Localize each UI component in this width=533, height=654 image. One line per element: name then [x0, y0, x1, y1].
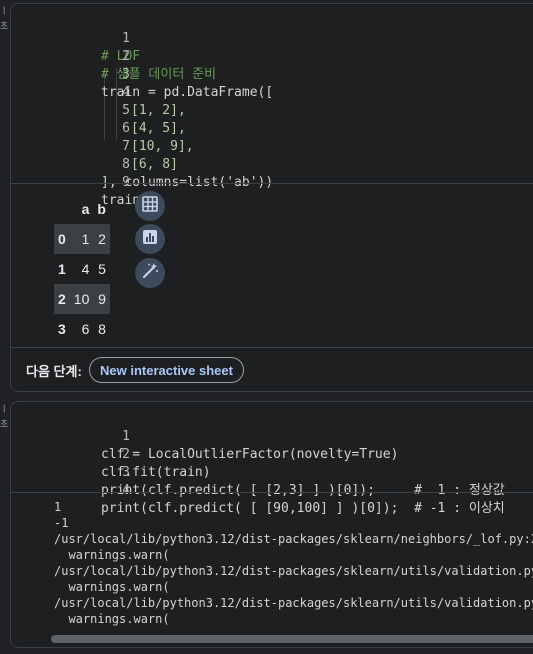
- table-cell: 1: [69, 224, 94, 254]
- line-number: 4: [122, 85, 130, 100]
- line-number: 5: [122, 103, 130, 118]
- code-text: print(clf.predict( [ [90,100] ] )[0]); #…: [101, 501, 505, 516]
- code-line: 4 [1, 2],: [11, 66, 186, 118]
- horizontal-scrollbar[interactable]: [51, 635, 533, 643]
- line-number: 7: [122, 139, 130, 154]
- code-text: print(clf.predict( [ [2,3] ] )[0]); # 1 …: [101, 483, 505, 498]
- column-header: a: [81, 201, 90, 217]
- code-cell-1[interactable]: 1 # LOF 2 # 샘플 데이터 준비 3 train = pd.DataF…: [10, 3, 533, 392]
- line-number: 6: [122, 121, 130, 136]
- table-cell: 9: [93, 284, 110, 314]
- table-cell: 8: [98, 321, 106, 337]
- output-line: warnings.warn(: [54, 612, 170, 626]
- code-text: [6, 8]: [131, 157, 178, 172]
- cell2-gutter-mark: ㅣ: [0, 404, 9, 414]
- cell1-gutter-label: 초: [0, 21, 9, 31]
- column-header: b: [97, 201, 106, 217]
- code-line: 6 [10, 9],: [11, 102, 193, 154]
- magic-generate-button[interactable]: [135, 258, 165, 288]
- chart-suggestion-button[interactable]: [135, 224, 165, 254]
- row-index: 3: [58, 321, 66, 337]
- table-cell: 4: [81, 261, 90, 277]
- code-line: 9 train: [11, 156, 140, 208]
- row-index: 2: [54, 284, 70, 314]
- code-line: 5 [4, 5],: [11, 84, 186, 136]
- table-cell: 6: [81, 321, 90, 337]
- line-number: 1: [122, 31, 130, 46]
- output-line: -1: [54, 516, 69, 530]
- line-number: 1: [122, 429, 130, 444]
- table-row: 3 6 8: [54, 314, 110, 344]
- line-number: 4: [122, 483, 130, 498]
- line-number: 2: [122, 447, 130, 462]
- code-text: [1, 2],: [131, 103, 186, 118]
- code-line: 2 clf.fit(train): [11, 428, 211, 480]
- row-index: 0: [54, 224, 70, 254]
- output-separator: [11, 183, 533, 184]
- cell2-gutter-label: 초: [0, 419, 9, 429]
- line-number: 3: [122, 67, 130, 82]
- output-separator: [11, 492, 533, 493]
- dataframe-table: a b 0 1 2 1 4 5 2 10 9 3 6 8: [54, 194, 110, 344]
- output-line: /usr/local/lib/python3.12/dist-packages/…: [54, 596, 533, 610]
- line-number: 8: [122, 157, 130, 172]
- code-text: clf = LocalOutlierFactor(novelty=True): [101, 447, 399, 462]
- new-interactive-sheet-button[interactable]: New interactive sheet: [89, 357, 244, 383]
- table-row: 2 10 9: [54, 284, 110, 314]
- table-cell: 10: [69, 284, 94, 314]
- next-steps-label: 다음 단계:: [26, 364, 82, 379]
- table-view-button[interactable]: [135, 191, 165, 221]
- table-row: 1 4 5: [54, 254, 110, 284]
- table-row: 0 1 2: [54, 224, 110, 254]
- code-cell-2[interactable]: 1 clf = LocalOutlierFactor(novelty=True)…: [10, 401, 533, 648]
- code-line: 3 train = pd.DataFrame([: [11, 48, 273, 100]
- index-header: [54, 194, 70, 224]
- output-line: warnings.warn(: [54, 580, 170, 594]
- code-line: 1 clf = LocalOutlierFactor(novelty=True): [11, 410, 398, 462]
- code-line: 7 [6, 8]: [11, 120, 178, 172]
- chart-icon: [141, 228, 159, 251]
- code-line: 4 print(clf.predict( [ [90,100] ] )[0]);…: [11, 464, 505, 516]
- code-line: 1 # LOF: [11, 12, 140, 64]
- code-text: [10, 9],: [131, 139, 194, 154]
- code-line: 2 # 샘플 데이터 준비: [11, 30, 216, 82]
- table-cell: 2: [93, 224, 110, 254]
- table-header-row: a b: [54, 194, 110, 224]
- row-index: 1: [58, 261, 66, 277]
- table-icon: [141, 195, 159, 218]
- output-line: warnings.warn(: [54, 548, 170, 562]
- magic-wand-icon: [141, 262, 159, 285]
- code-line: 8 ], columns=list('ab')): [11, 138, 273, 190]
- code-text: [4, 5],: [131, 121, 186, 136]
- line-number: 2: [122, 49, 130, 64]
- cell1-gutter-mark: ㅣ: [0, 6, 9, 16]
- table-cell: 5: [98, 261, 106, 277]
- code-line: 3 print(clf.predict( [ [2,3] ] )[0]); # …: [11, 446, 505, 498]
- output-line: /usr/local/lib/python3.12/dist-packages/…: [54, 564, 533, 578]
- output-line: 1: [54, 500, 62, 514]
- line-number: 3: [122, 465, 130, 480]
- next-steps-separator: [11, 347, 533, 348]
- output-line: /usr/local/lib/python3.12/dist-packages/…: [54, 532, 533, 546]
